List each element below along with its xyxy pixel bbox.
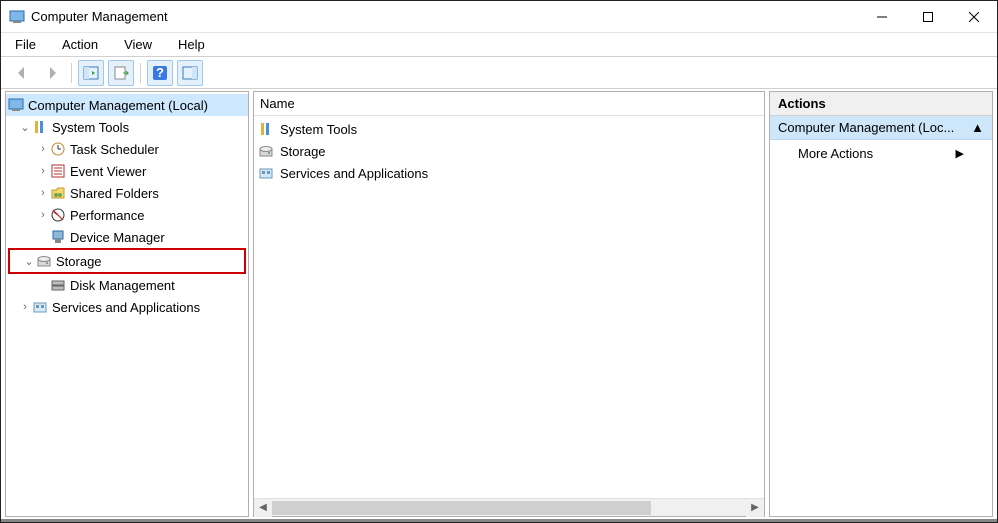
tree-event-viewer[interactable]: › Event Viewer — [6, 160, 248, 182]
tree-task-scheduler[interactable]: › Task Scheduler — [6, 138, 248, 160]
expander-expand-icon[interactable]: › — [36, 143, 50, 155]
list-column-header[interactable]: Name — [254, 92, 764, 116]
title-bar: Computer Management — [1, 1, 997, 33]
horizontal-scrollbar[interactable]: ◀ ▶ — [254, 498, 764, 516]
action-more-actions[interactable]: More Actions ▶ — [770, 140, 992, 166]
action-section-label: Computer Management (Loc... — [778, 120, 954, 135]
tree-system-tools-label: System Tools — [52, 120, 129, 135]
device-manager-icon — [50, 229, 66, 245]
action-pane-title: Actions — [778, 96, 826, 111]
storage-icon — [36, 253, 52, 269]
tree-device-manager[interactable]: Device Manager — [6, 226, 248, 248]
svg-text:?: ? — [156, 65, 164, 80]
highlighted-storage-row: ⌄ Storage — [8, 248, 246, 274]
tree-root[interactable]: Computer Management (Local) — [6, 94, 248, 116]
show-hide-action-pane-button[interactable] — [177, 60, 203, 86]
tree-performance[interactable]: › Performance — [6, 204, 248, 226]
result-pane: Name System Tools Storage Services and A… — [253, 91, 765, 517]
action-more-label: More Actions — [798, 146, 873, 161]
maximize-button[interactable] — [905, 1, 951, 32]
close-button[interactable] — [951, 1, 997, 32]
expander-expand-icon[interactable]: › — [36, 209, 50, 221]
tree-system-tools[interactable]: ⌄ System Tools — [6, 116, 248, 138]
action-pane-header: Actions — [770, 92, 992, 116]
collapse-up-icon[interactable]: ▲ — [971, 120, 984, 135]
menu-bar: File Action View Help — [1, 33, 997, 57]
shared-folders-icon — [50, 185, 66, 201]
tree-services-apps[interactable]: › Services and Applications — [6, 296, 248, 318]
list-item-storage[interactable]: Storage — [258, 140, 760, 162]
task-scheduler-icon — [50, 141, 66, 157]
scroll-thumb[interactable] — [272, 501, 651, 515]
list-item-system-tools[interactable]: System Tools — [258, 118, 760, 140]
window-buttons — [859, 1, 997, 32]
tree-performance-label: Performance — [70, 208, 144, 223]
console-tree[interactable]: Computer Management (Local) ⌄ System Too… — [5, 91, 249, 517]
list-item-label: Storage — [280, 144, 326, 159]
event-viewer-icon — [50, 163, 66, 179]
services-apps-icon — [258, 165, 274, 181]
expander-expand-icon[interactable]: › — [36, 165, 50, 177]
chevron-right-icon: ▶ — [956, 147, 964, 160]
scroll-right-button[interactable]: ▶ — [746, 499, 764, 517]
system-tools-icon — [258, 121, 274, 137]
tree-event-viewer-label: Event Viewer — [70, 164, 146, 179]
performance-icon — [50, 207, 66, 223]
list-item-services-apps[interactable]: Services and Applications — [258, 162, 760, 184]
menu-view[interactable]: View — [120, 35, 156, 54]
toolbar-separator — [71, 63, 72, 83]
forward-button[interactable] — [39, 60, 65, 86]
storage-icon — [258, 143, 274, 159]
tree-shared-folders[interactable]: › Shared Folders — [6, 182, 248, 204]
toolbar: ? — [1, 57, 997, 89]
tree-root-label: Computer Management (Local) — [28, 98, 208, 113]
tree-disk-management[interactable]: Disk Management — [6, 274, 248, 296]
toolbar-separator — [140, 63, 141, 83]
tree-storage[interactable]: ⌄ Storage — [10, 250, 244, 272]
list-item-label: System Tools — [280, 122, 357, 137]
disk-management-icon — [50, 277, 66, 293]
expander-expand-icon[interactable]: › — [18, 301, 32, 313]
minimize-button[interactable] — [859, 1, 905, 32]
list-body[interactable]: System Tools Storage Services and Applic… — [254, 116, 764, 498]
window-title: Computer Management — [31, 9, 859, 24]
show-hide-tree-button[interactable] — [78, 60, 104, 86]
scroll-track[interactable] — [272, 501, 746, 515]
help-button[interactable]: ? — [147, 60, 173, 86]
menu-file[interactable]: File — [11, 35, 40, 54]
back-button[interactable] — [9, 60, 35, 86]
tree-storage-label: Storage — [56, 254, 102, 269]
expander-collapse-icon[interactable]: ⌄ — [22, 255, 36, 268]
tree-disk-management-label: Disk Management — [70, 278, 175, 293]
menu-action[interactable]: Action — [58, 35, 102, 54]
system-tools-icon — [32, 119, 48, 135]
expander-collapse-icon[interactable]: ⌄ — [18, 121, 32, 134]
tree-services-apps-label: Services and Applications — [52, 300, 200, 315]
tree-shared-folders-label: Shared Folders — [70, 186, 159, 201]
tree-task-scheduler-label: Task Scheduler — [70, 142, 159, 157]
app-icon — [9, 9, 25, 25]
export-list-button[interactable] — [108, 60, 134, 86]
computer-management-icon — [8, 97, 24, 113]
tree-device-manager-label: Device Manager — [70, 230, 165, 245]
scroll-left-button[interactable]: ◀ — [254, 499, 272, 517]
expander-expand-icon[interactable]: › — [36, 187, 50, 199]
action-pane: Actions Computer Management (Loc... ▲ Mo… — [769, 91, 993, 517]
list-item-label: Services and Applications — [280, 166, 428, 181]
column-name[interactable]: Name — [260, 96, 295, 111]
services-apps-icon — [32, 299, 48, 315]
menu-help[interactable]: Help — [174, 35, 209, 54]
action-section[interactable]: Computer Management (Loc... ▲ — [770, 116, 992, 140]
